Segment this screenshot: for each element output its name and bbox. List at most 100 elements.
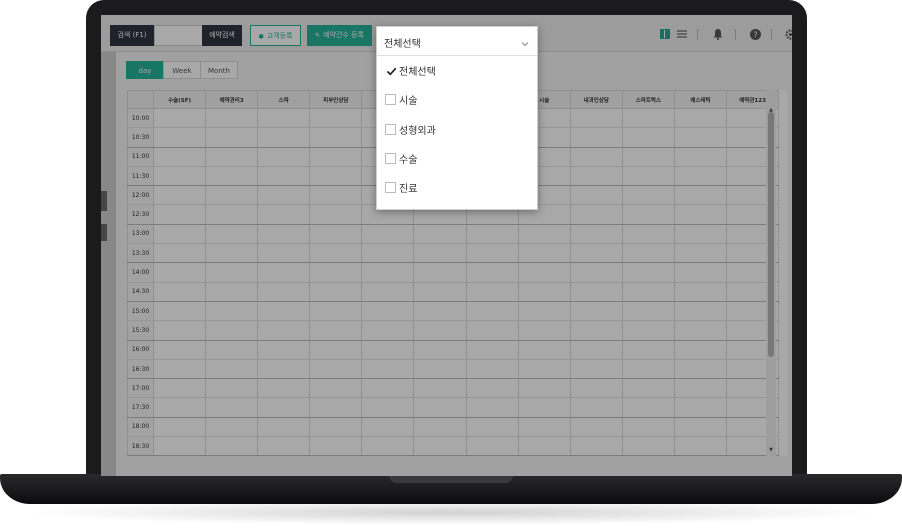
schedule-cell[interactable] [152, 204, 207, 225]
schedule-cell[interactable] [309, 340, 363, 360]
schedule-cell[interactable] [569, 127, 623, 148]
schedule-cell[interactable] [205, 417, 259, 438]
schedule-cell[interactable] [152, 320, 207, 341]
dropdown-option[interactable]: 수술 [377, 144, 537, 173]
schedule-cell[interactable] [673, 147, 728, 167]
schedule-cell[interactable] [413, 301, 467, 322]
schedule-cell[interactable] [621, 108, 675, 129]
schedule-cell[interactable] [152, 340, 207, 360]
schedule-cell[interactable] [361, 320, 415, 341]
schedule-cell[interactable] [205, 282, 259, 302]
schedule-cell[interactable] [413, 417, 467, 438]
schedule-cell[interactable] [465, 262, 519, 283]
schedule-cell[interactable] [621, 185, 675, 206]
schedule-cell[interactable] [621, 397, 675, 418]
schedule-cell[interactable] [309, 185, 363, 206]
schedule-cell[interactable] [569, 224, 623, 245]
schedule-cell[interactable] [673, 185, 728, 206]
schedule-cell[interactable] [257, 397, 311, 418]
schedule-cell[interactable] [309, 127, 363, 148]
schedule-cell[interactable] [413, 359, 467, 380]
schedule-cell[interactable] [361, 378, 415, 399]
checkbox-icon[interactable] [385, 94, 396, 106]
schedule-cell[interactable] [569, 108, 623, 129]
schedule-cell[interactable] [621, 340, 675, 360]
schedule-cell[interactable] [257, 166, 311, 187]
schedule-cell[interactable] [621, 417, 675, 438]
schedule-cell[interactable] [309, 301, 363, 322]
tab-day[interactable]: day [126, 61, 164, 79]
schedule-cell[interactable] [517, 243, 571, 264]
schedule-cell[interactable] [673, 282, 728, 302]
schedule-cell[interactable] [569, 204, 623, 225]
schedule-cell[interactable] [257, 147, 311, 167]
schedule-cell[interactable] [361, 359, 415, 380]
schedule-cell[interactable] [621, 320, 675, 341]
schedule-cell[interactable] [205, 397, 259, 418]
schedule-cell[interactable] [465, 282, 519, 302]
schedule-cell[interactable] [257, 320, 311, 341]
schedule-cell[interactable] [673, 417, 728, 438]
schedule-cell[interactable] [673, 243, 728, 264]
schedule-cell[interactable] [673, 436, 728, 456]
dropdown-option[interactable]: 전체선택 [377, 56, 537, 85]
schedule-cell[interactable] [517, 378, 571, 399]
schedule-cell[interactable] [205, 262, 259, 283]
schedule-cell[interactable] [205, 378, 259, 399]
schedule-cell[interactable] [205, 243, 259, 264]
checkbox-icon[interactable] [385, 123, 396, 135]
schedule-cell[interactable] [309, 378, 363, 399]
schedule-cell[interactable] [465, 243, 519, 264]
schedule-cell[interactable] [309, 204, 363, 225]
schedule-cell[interactable] [257, 204, 311, 225]
schedule-cell[interactable] [465, 359, 519, 380]
schedule-cell[interactable] [621, 282, 675, 302]
schedule-cell[interactable] [621, 147, 675, 167]
schedule-cell[interactable] [152, 436, 207, 456]
schedule-cell[interactable] [309, 359, 363, 380]
schedule-cell[interactable] [361, 224, 415, 245]
schedule-cell[interactable] [205, 340, 259, 360]
schedule-cell[interactable] [205, 108, 259, 129]
schedule-cell[interactable] [309, 108, 363, 129]
schedule-cell[interactable] [309, 436, 363, 456]
customer-register-button[interactable]: ● 고객등록 [250, 25, 301, 46]
schedule-cell[interactable] [569, 282, 623, 302]
schedule-cell[interactable] [517, 436, 571, 456]
schedule-cell[interactable] [621, 127, 675, 148]
schedule-cell[interactable] [465, 224, 519, 245]
schedule-cell[interactable] [413, 243, 467, 264]
department-filter-dropdown[interactable]: 전체선택 전체선택 시술 성형외과 수술 진료 [376, 26, 538, 210]
dropdown-option[interactable]: 시술 [377, 85, 537, 114]
schedule-cell[interactable] [152, 301, 207, 322]
schedule-cell[interactable] [569, 378, 623, 399]
schedule-cell[interactable] [517, 340, 571, 360]
side-collapse-tab[interactable] [101, 191, 107, 211]
schedule-cell[interactable] [673, 320, 728, 341]
schedule-cell[interactable] [257, 417, 311, 438]
schedule-cell[interactable] [309, 224, 363, 245]
vertical-scrollbar[interactable]: ▲ ▼ [766, 90, 776, 456]
schedule-cell[interactable] [569, 436, 623, 456]
schedule-cell[interactable] [309, 320, 363, 341]
tab-month[interactable]: Month [200, 61, 238, 79]
schedule-cell[interactable] [152, 397, 207, 418]
schedule-cell[interactable] [569, 417, 623, 438]
schedule-cell[interactable] [569, 320, 623, 341]
schedule-cell[interactable] [517, 397, 571, 418]
schedule-cell[interactable] [569, 166, 623, 187]
schedule-cell[interactable] [257, 359, 311, 380]
schedule-cell[interactable] [569, 397, 623, 418]
schedule-cell[interactable] [465, 397, 519, 418]
checkbox-icon[interactable] [385, 182, 396, 194]
schedule-cell[interactable] [465, 436, 519, 456]
schedule-cell[interactable] [413, 320, 467, 341]
schedule-cell[interactable] [413, 397, 467, 418]
schedule-cell[interactable] [309, 262, 363, 283]
schedule-cell[interactable] [205, 436, 259, 456]
schedule-cell[interactable] [205, 359, 259, 380]
schedule-cell[interactable] [205, 224, 259, 245]
schedule-cell[interactable] [309, 147, 363, 167]
schedule-cell[interactable] [361, 340, 415, 360]
schedule-cell[interactable] [569, 185, 623, 206]
